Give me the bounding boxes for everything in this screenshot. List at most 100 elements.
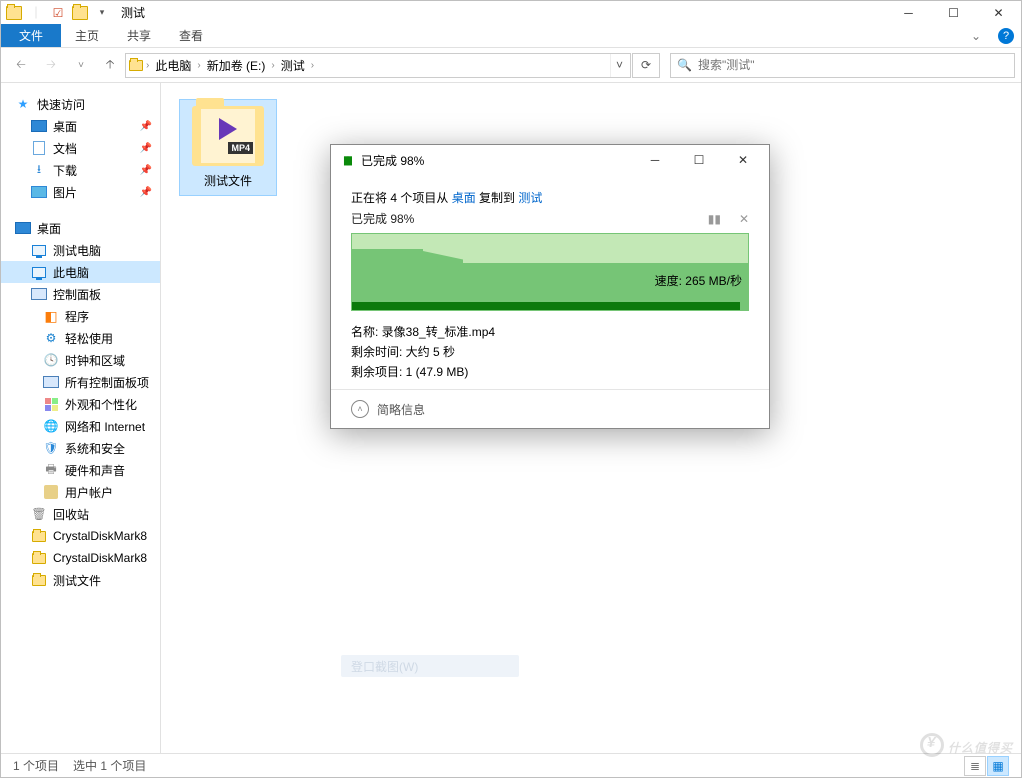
window-controls: ─ ☐ ✕ xyxy=(886,2,1021,24)
help-button[interactable]: ? xyxy=(991,24,1021,47)
copy-description: 正在将 4 个项目从 桌面 复制到 测试 xyxy=(351,189,749,206)
user-icon xyxy=(43,484,59,500)
tree-item-pictures[interactable]: 图片📌 xyxy=(1,181,160,203)
tree-label: 桌面 xyxy=(53,118,77,135)
dialog-footer[interactable]: ˄ 简略信息 xyxy=(331,389,769,428)
recycle-icon: 🗑 xyxy=(31,506,47,522)
tab-home[interactable]: 主页 xyxy=(61,24,113,47)
clock-icon: 🕓 xyxy=(43,352,59,368)
tree-item-folder[interactable]: 测试文件 xyxy=(1,569,160,591)
tree-item-desktop[interactable]: 桌面📌 xyxy=(1,115,160,137)
tree-label: CrystalDiskMark8 xyxy=(53,551,147,565)
ribbon-expand-icon[interactable]: ⌄ xyxy=(961,24,991,47)
folder-icon xyxy=(69,2,91,24)
programs-icon: ◧ xyxy=(43,308,59,324)
dialog-close-button[interactable]: ✕ xyxy=(721,146,765,174)
desktop-icon xyxy=(15,220,31,236)
tree-item-personalize[interactable]: 外观和个性化 xyxy=(1,393,160,415)
tree-quick-access[interactable]: ★快速访问 xyxy=(1,93,160,115)
tree-label: 系统和安全 xyxy=(65,440,125,457)
dialog-title-bar[interactable]: ▮▮ 已完成 98% ─ ☐ ✕ xyxy=(331,145,769,175)
status-selected: 选中 1 个项目 xyxy=(73,757,146,774)
tree-label: 回收站 xyxy=(53,506,89,523)
tree-item-folder[interactable]: CrystalDiskMark8 xyxy=(1,525,160,547)
recent-dropdown-icon[interactable]: ˅ xyxy=(67,52,95,78)
chevron-right-icon[interactable]: › xyxy=(311,60,314,71)
download-icon: ⭳ xyxy=(31,162,47,178)
tab-view[interactable]: 查看 xyxy=(165,24,217,47)
folder-icon xyxy=(3,2,25,24)
tree-item-controlpanel[interactable]: 控制面板 xyxy=(1,283,160,305)
tree-item-security[interactable]: 🛡系统和安全 xyxy=(1,437,160,459)
tree-desktop-root[interactable]: 桌面 xyxy=(1,217,160,239)
dialog-maximize-button[interactable]: ☐ xyxy=(677,146,721,174)
tree-item-allcp[interactable]: 所有控制面板项 xyxy=(1,371,160,393)
tree-item-programs[interactable]: ◧ 程序 xyxy=(1,305,160,327)
tree-label: 时钟和区域 xyxy=(65,352,125,369)
chevron-right-icon[interactable]: › xyxy=(146,60,149,71)
details-toggle[interactable]: 简略信息 xyxy=(377,401,425,418)
tree-item-testpc[interactable]: 测试电脑 xyxy=(1,239,160,261)
speed-chart: 速度: 265 MB/秒 xyxy=(351,233,749,311)
dialog-title: 已完成 98% xyxy=(361,152,424,169)
tab-share[interactable]: 共享 xyxy=(113,24,165,47)
minimize-button[interactable]: ─ xyxy=(886,2,931,24)
qat-check-icon[interactable]: ☑ xyxy=(47,2,69,24)
nav-bar: 🡠 🡢 ˅ 🡡 › 此电脑 › 新加卷 (E:) › 测试 › ˅ ⟳ 🔍 xyxy=(1,48,1021,83)
refresh-button[interactable]: ⟳ xyxy=(632,53,660,78)
back-button[interactable]: 🡠 xyxy=(7,52,35,78)
chevron-right-icon[interactable]: › xyxy=(271,60,274,71)
dest-link[interactable]: 测试 xyxy=(518,191,542,205)
file-item[interactable]: MP4 测试文件 xyxy=(179,99,277,196)
watermark: 什么值得买 xyxy=(920,728,1013,759)
qat-dropdown-icon[interactable]: ▾ xyxy=(91,2,113,24)
nav-tree[interactable]: ★快速访问 桌面📌 文档📌 ⭳下载📌 图片📌 桌面 测试电脑 此电脑 控制面板 … xyxy=(1,83,161,755)
up-button[interactable]: 🡡 xyxy=(97,52,123,78)
search-box[interactable]: 🔍 xyxy=(670,53,1015,78)
sound-icon: 🖶 xyxy=(43,462,59,478)
ghost-label: 登口截图(W) xyxy=(351,658,418,675)
tree-label: 程序 xyxy=(65,308,89,325)
dialog-minimize-button[interactable]: ─ xyxy=(633,146,677,174)
address-bar[interactable]: › 此电脑 › 新加卷 (E:) › 测试 › ˅ xyxy=(125,53,631,78)
tree-item-folder[interactable]: CrystalDiskMark8 xyxy=(1,547,160,569)
file-tab[interactable]: 文件 xyxy=(1,24,61,47)
tree-item-network[interactable]: 🌐网络和 Internet xyxy=(1,415,160,437)
tree-label: 桌面 xyxy=(37,220,61,237)
tree-label: 下载 xyxy=(53,162,77,179)
search-input[interactable] xyxy=(698,58,1008,72)
tree-label: 控制面板 xyxy=(53,286,101,303)
chevron-right-icon[interactable]: › xyxy=(197,60,200,71)
maximize-button[interactable]: ☐ xyxy=(931,2,976,24)
tree-label: 文档 xyxy=(53,140,77,157)
tree-item-recycle[interactable]: 🗑 回收站 xyxy=(1,503,160,525)
pause-button[interactable]: ▮▮ xyxy=(708,212,721,226)
cancel-button[interactable]: ✕ xyxy=(739,212,749,226)
tree-item-sound[interactable]: 🖶硬件和声音 xyxy=(1,459,160,481)
qat-separator: ｜ xyxy=(25,2,47,24)
tree-label: 测试文件 xyxy=(53,572,101,589)
tree-item-users[interactable]: 用户帐户 xyxy=(1,481,160,503)
speed-label: 速度: 265 MB/秒 xyxy=(655,272,742,289)
folder-icon xyxy=(31,572,47,588)
address-dropdown-icon[interactable]: ˅ xyxy=(610,54,628,77)
tree-label: 所有控制面板项 xyxy=(65,374,149,391)
tree-item-ease[interactable]: ⚙轻松使用 xyxy=(1,327,160,349)
tree-item-downloads[interactable]: ⭳下载📌 xyxy=(1,159,160,181)
chevron-up-icon[interactable]: ˄ xyxy=(351,400,369,418)
detail-label: 剩余项目: xyxy=(351,365,406,379)
breadcrumb-segment[interactable]: 此电脑 xyxy=(151,57,195,74)
ghost-button: 登口截图(W) xyxy=(341,655,519,677)
forward-button[interactable]: 🡢 xyxy=(37,52,65,78)
tree-item-thispc[interactable]: 此电脑 xyxy=(1,261,160,283)
breadcrumb-segment[interactable]: 新加卷 (E:) xyxy=(203,57,270,74)
tree-label: 快速访问 xyxy=(37,96,85,113)
tree-item-clock[interactable]: 🕓 时钟和区域 xyxy=(1,349,160,371)
copy-icon: ▮▮ xyxy=(339,151,357,169)
source-link[interactable]: 桌面 xyxy=(452,191,476,205)
close-button[interactable]: ✕ xyxy=(976,2,1021,24)
tree-item-documents[interactable]: 文档📌 xyxy=(1,137,160,159)
tree-label: 测试电脑 xyxy=(53,242,101,259)
breadcrumb-segment[interactable]: 测试 xyxy=(277,57,309,74)
status-bar: 1 个项目 选中 1 个项目 ≣ ▦ xyxy=(1,753,1021,777)
